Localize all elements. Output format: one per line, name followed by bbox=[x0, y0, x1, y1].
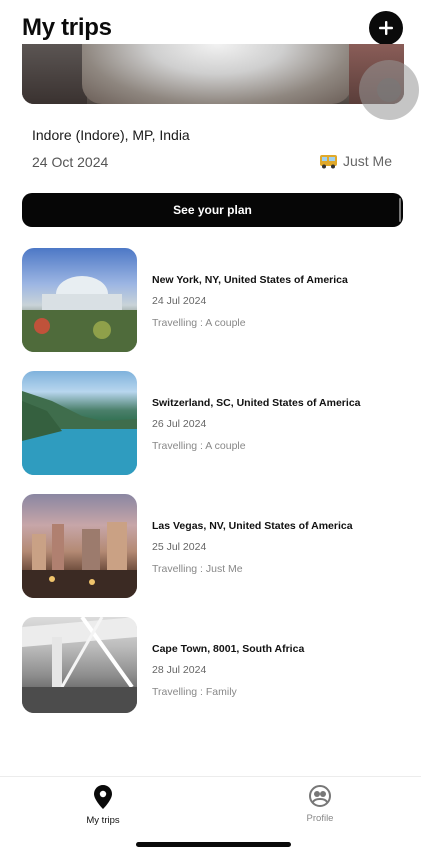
bottom-nav: My trips Profile bbox=[0, 776, 421, 852]
airport-illustration bbox=[22, 617, 137, 713]
add-trip-button[interactable] bbox=[369, 11, 403, 45]
companion-label: Just Me bbox=[342, 153, 392, 169]
featured-date: 24 Oct 2024 bbox=[32, 154, 109, 170]
trip-date: 24 Jul 2024 bbox=[152, 295, 207, 307]
featured-trip-image[interactable] bbox=[22, 44, 404, 104]
trip-date: 26 Jul 2024 bbox=[152, 418, 207, 430]
trip-card-cape-town[interactable]: Cape Town, 8001, South Africa 28 Jul 202… bbox=[22, 617, 402, 721]
profile-icon bbox=[309, 785, 331, 807]
trip-title: New York, NY, United States of America bbox=[152, 274, 348, 286]
trip-date: 28 Jul 2024 bbox=[152, 664, 207, 676]
trip-date: 25 Jul 2024 bbox=[152, 541, 207, 553]
conservatory-illustration bbox=[22, 276, 137, 352]
trip-card-new-york[interactable]: New York, NY, United States of America 2… bbox=[22, 248, 402, 352]
trip-title: Las Vegas, NV, United States of America bbox=[152, 520, 353, 532]
fountain-rim bbox=[82, 44, 352, 104]
featured-companion: Just Me bbox=[319, 153, 392, 169]
trip-title: Cape Town, 8001, South Africa bbox=[152, 643, 305, 655]
trip-card-las-vegas[interactable]: Las Vegas, NV, United States of America … bbox=[22, 494, 402, 598]
map-pin-icon bbox=[94, 785, 112, 809]
city-illustration bbox=[22, 522, 137, 598]
trip-title: Switzerland, SC, United States of Americ… bbox=[152, 397, 361, 409]
trip-travelling: Travelling : Family bbox=[152, 686, 237, 698]
trip-travelling: Travelling : A couple bbox=[152, 440, 246, 452]
page-title: My trips bbox=[22, 14, 112, 41]
trip-card-switzerland[interactable]: Switzerland, SC, United States of Americ… bbox=[22, 371, 402, 475]
plus-icon bbox=[379, 21, 393, 35]
bus-icon bbox=[319, 154, 338, 169]
trip-thumbnail bbox=[22, 494, 137, 598]
trip-thumbnail bbox=[22, 371, 137, 475]
drag-handle[interactable] bbox=[359, 60, 419, 120]
nav-tab-profile[interactable]: Profile bbox=[280, 785, 360, 824]
featured-location: Indore (Indore), MP, India bbox=[32, 127, 190, 143]
header: My trips bbox=[0, 0, 421, 46]
trip-thumbnail bbox=[22, 617, 137, 713]
trip-travelling: Travelling : A couple bbox=[152, 317, 246, 329]
home-indicator[interactable] bbox=[136, 842, 291, 847]
nav-label: My trips bbox=[86, 815, 120, 826]
nav-label: Profile bbox=[306, 813, 334, 824]
featured-image-left-shade bbox=[22, 44, 87, 104]
see-plan-button[interactable]: See your plan bbox=[22, 193, 403, 227]
nav-tab-my-trips[interactable]: My trips bbox=[63, 785, 143, 826]
trip-thumbnail bbox=[22, 248, 137, 352]
lake-illustration bbox=[22, 391, 137, 475]
trip-travelling: Travelling : Just Me bbox=[152, 563, 243, 575]
